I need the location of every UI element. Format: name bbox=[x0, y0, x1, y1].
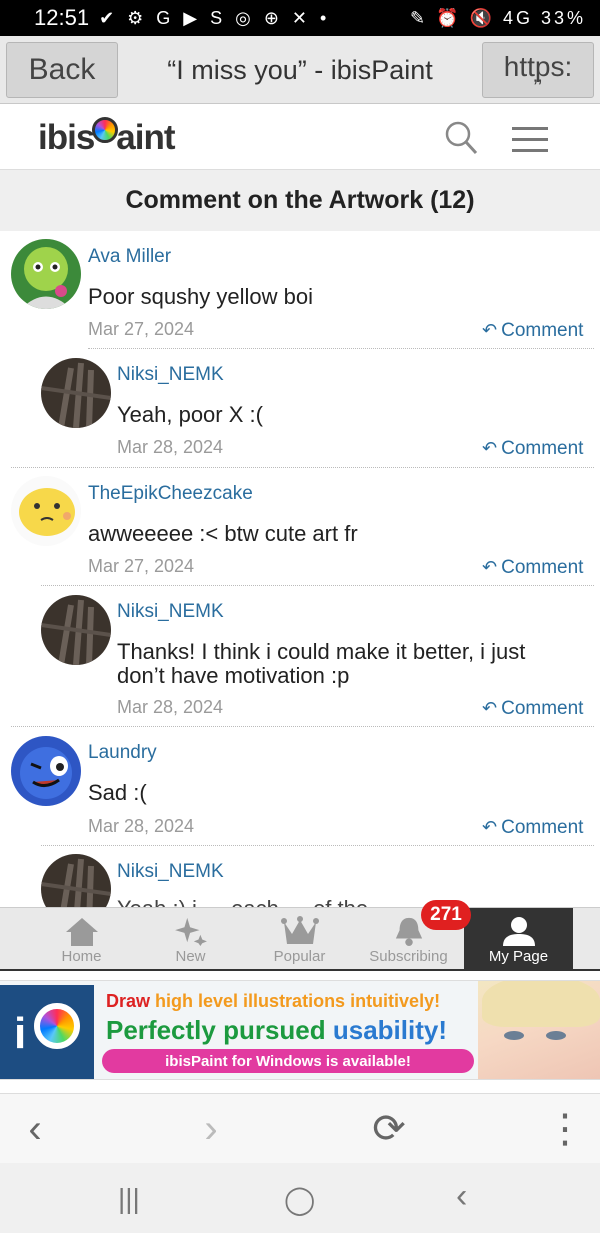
comment-text: Yeah, poor X :( bbox=[117, 402, 263, 427]
reply-arrow-icon: ↶ bbox=[482, 320, 498, 340]
comment-reply-button[interactable]: ↶ Comment bbox=[482, 438, 583, 460]
reply-label: Comment bbox=[501, 320, 584, 341]
status-time: 12:51 bbox=[34, 5, 90, 30]
recents-button[interactable]: ||| bbox=[118, 1183, 140, 1215]
notification-badge: 271 bbox=[421, 900, 471, 930]
ibispaint-logo[interactable]: ibis aint bbox=[38, 117, 176, 158]
nav-my-page[interactable]: My Page bbox=[464, 908, 573, 970]
comment-author[interactable]: Niksi_NEMK bbox=[117, 364, 224, 386]
ad-headline: Draw high level illustrations intuitivel… bbox=[106, 991, 440, 1012]
browser-forward-button[interactable]: › bbox=[186, 1104, 236, 1154]
site-header: ibis aint bbox=[0, 104, 600, 170]
bell-icon bbox=[395, 917, 422, 946]
system-nav-bar: ||| ◯ ‹ bbox=[0, 1163, 600, 1233]
comment-author[interactable]: Laundry bbox=[88, 742, 157, 764]
status-bar: 12:51 ✔ ⚙ G ▶ S ◎ ⊕ ✕ • ✎ ⏰ 🔇 4G 33% bbox=[0, 0, 600, 36]
comment-divider bbox=[11, 467, 594, 468]
ibispaint-app-icon: i bbox=[0, 985, 94, 1079]
comment-text: awweeeee :< btw cute art fr bbox=[88, 521, 358, 546]
status-system-icons: ✎ ⏰ 🔇 4G 33% bbox=[410, 7, 586, 28]
nav-new[interactable]: New bbox=[136, 908, 245, 970]
logo-text-left: ibis bbox=[38, 118, 95, 157]
reply-label: Comment bbox=[501, 557, 584, 578]
nav-home[interactable]: Home bbox=[27, 908, 136, 970]
reply-arrow-icon: ↶ bbox=[482, 438, 498, 458]
browser-bottom-bar: ‹ › ⟳ ⋮ bbox=[0, 1093, 600, 1163]
logo-text-right: aint bbox=[116, 118, 175, 157]
app-bottom-nav: Home New Popular Subscribing My Page bbox=[0, 907, 600, 971]
comment-text: Poor squshy yellow boi bbox=[88, 284, 314, 309]
comment-list: Ava Miller Poor squshy yellow boi Mar 27… bbox=[0, 231, 600, 907]
nav-popular-label: Popular bbox=[273, 948, 326, 965]
ad-cta[interactable]: ibisPaint for Windows is available! bbox=[102, 1049, 474, 1073]
avatar[interactable] bbox=[11, 736, 81, 806]
reply-arrow-icon: ↶ bbox=[482, 698, 498, 718]
hamburger-menu-icon[interactable] bbox=[512, 127, 548, 160]
comment-text: Thanks! I think i could make it better, … bbox=[117, 639, 526, 688]
home-icon bbox=[65, 918, 98, 946]
avatar[interactable] bbox=[41, 854, 111, 907]
comment-reply-button[interactable]: ↶ Comment bbox=[482, 698, 583, 720]
avatar[interactable] bbox=[41, 358, 111, 428]
comment-date: Mar 27, 2024 bbox=[88, 319, 195, 339]
reply-arrow-icon: ↶ bbox=[482, 817, 498, 837]
search-icon[interactable] bbox=[444, 120, 478, 156]
ad-headline-a: Draw bbox=[106, 991, 156, 1011]
browser-back-button[interactable]: ‹ bbox=[10, 1104, 60, 1154]
ad-illustration bbox=[478, 981, 600, 1079]
home-button[interactable]: ◯ bbox=[284, 1183, 315, 1216]
more-options-button[interactable]: ⋮ bbox=[540, 1104, 590, 1154]
comment-author[interactable]: TheEpikCheezcake bbox=[88, 483, 253, 505]
ad-tagline-a: Perfectly pursued bbox=[106, 1015, 333, 1045]
comment-divider bbox=[41, 585, 594, 586]
avatar[interactable] bbox=[11, 476, 81, 546]
person-icon bbox=[502, 917, 535, 946]
comment-date: Mar 28, 2024 bbox=[88, 816, 195, 836]
logo-palette-icon bbox=[92, 117, 119, 143]
comment-divider bbox=[41, 845, 594, 846]
url-button[interactable]: https: ’’ bbox=[482, 42, 594, 100]
comment-author[interactable]: Ava Miller bbox=[88, 246, 171, 268]
back-button[interactable]: Back bbox=[6, 42, 118, 98]
nav-popular[interactable]: Popular bbox=[245, 908, 354, 970]
sparkle-icon bbox=[174, 917, 207, 946]
ad-tagline: Perfectly pursued usability! bbox=[106, 1015, 447, 1046]
comment-text: Yeah :) i … each … of the … bbox=[117, 897, 587, 908]
nav-home-label: Home bbox=[61, 948, 102, 965]
system-back-button[interactable]: ‹ bbox=[456, 1177, 467, 1216]
reply-label: Comment bbox=[501, 817, 584, 838]
reply-arrow-icon: ↶ bbox=[482, 557, 498, 577]
browser-toolbar: Back “I miss you” - ibisPaint https: ’’ bbox=[0, 36, 600, 104]
crown-icon bbox=[280, 916, 319, 944]
avatar[interactable] bbox=[11, 239, 81, 309]
comment-date: Mar 28, 2024 bbox=[117, 697, 224, 717]
nav-subscribing-label: Subscribing bbox=[369, 948, 448, 965]
comment-reply-button[interactable]: ↶ Comment bbox=[482, 557, 583, 579]
avatar[interactable] bbox=[41, 595, 111, 665]
comment-date: Mar 28, 2024 bbox=[117, 437, 224, 457]
comment-date: Mar 27, 2024 bbox=[88, 556, 195, 576]
nav-my-page-label: My Page bbox=[488, 948, 549, 965]
ad-headline-b: high level illustrations intuitively! bbox=[155, 991, 441, 1011]
comments-heading: Comment on the Artwork (12) bbox=[0, 170, 600, 231]
reply-label: Comment bbox=[501, 698, 584, 719]
comment-author[interactable]: Niksi_NEMK bbox=[117, 861, 224, 883]
status-notification-icons: ✔ ⚙ G ▶ S ◎ ⊕ ✕ • bbox=[99, 7, 331, 28]
comment-text: Sad :( bbox=[88, 780, 147, 805]
comment-reply-button[interactable]: ↶ Comment bbox=[482, 320, 583, 342]
nav-new-label: New bbox=[175, 948, 206, 965]
comment-reply-button[interactable]: ↶ Comment bbox=[482, 817, 583, 839]
reply-label: Comment bbox=[501, 438, 584, 459]
comment-author[interactable]: Niksi_NEMK bbox=[117, 601, 224, 623]
ad-banner[interactable]: i Draw high level illustrations intuitiv… bbox=[0, 980, 600, 1080]
comment-divider bbox=[11, 726, 594, 727]
comment-divider bbox=[88, 348, 594, 349]
ad-tagline-b: usability! bbox=[332, 1015, 447, 1045]
page-title: “I miss you” - ibisPaint bbox=[167, 54, 433, 85]
refresh-button[interactable]: ⟳ bbox=[364, 1104, 414, 1154]
url-quote: ’’ bbox=[533, 75, 543, 100]
